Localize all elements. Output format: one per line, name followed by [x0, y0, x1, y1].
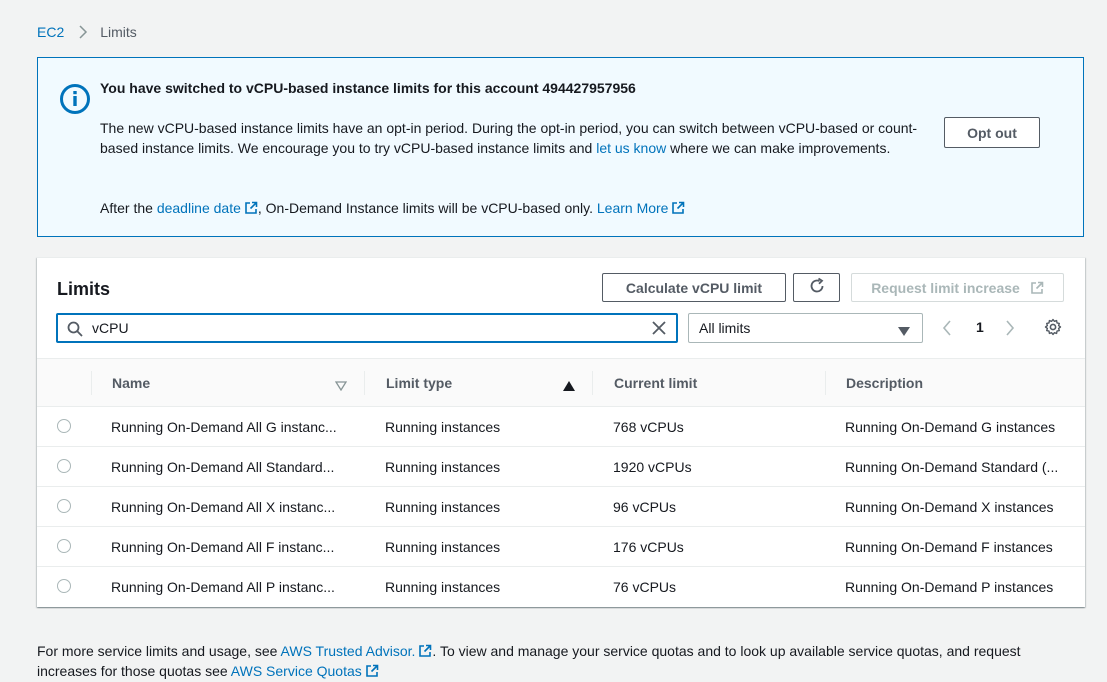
external-link-icon: [1030, 281, 1044, 295]
banner-body-text-2: where we can make improvements.: [666, 140, 891, 156]
service-quotas-link[interactable]: AWS Service Quotas: [231, 663, 362, 679]
row-current-limit: 768 vCPUs: [613, 419, 684, 435]
close-icon[interactable]: [651, 320, 667, 336]
filter-selected-value: All limits: [699, 320, 751, 336]
column-divider: [364, 371, 365, 395]
search-input[interactable]: [92, 319, 632, 337]
search-icon: [67, 321, 83, 337]
limits-panel-header: Limits Calculate vCPU limit Request limi…: [37, 258, 1085, 358]
row-limit-type: Running instances: [385, 419, 501, 435]
refresh-icon: [808, 277, 826, 298]
learn-more-link[interactable]: Learn More: [597, 200, 669, 216]
row-description: Running On-Demand F instances: [845, 539, 1053, 555]
breadcrumb-current: Limits: [100, 24, 137, 40]
table-row[interactable]: Running On-Demand All X instanc... Runni…: [37, 487, 1085, 527]
banner-body: The new vCPU-based instance limits have …: [100, 118, 920, 158]
caret-down-icon: [898, 324, 910, 336]
chevron-left-icon[interactable]: [942, 320, 952, 336]
row-name: Running On-Demand All Standard...: [111, 459, 335, 475]
row-description: Running On-Demand Standard (...: [845, 459, 1059, 475]
table-row[interactable]: Running On-Demand All Standard... Runnin…: [37, 447, 1085, 487]
column-header-name[interactable]: Name: [112, 359, 150, 407]
trusted-advisor-link[interactable]: AWS Trusted Advisor.: [281, 643, 416, 659]
row-current-limit: 96 vCPUs: [613, 499, 677, 515]
calculate-vcpu-limit-button[interactable]: Calculate vCPU limit: [602, 273, 786, 302]
row-description: Running On-Demand G instances: [845, 419, 1056, 435]
limits-table: Name Limit type Current limit Descriptio…: [37, 358, 1085, 607]
request-limit-increase-button[interactable]: Request limit increase: [851, 273, 1064, 302]
banner-footer: After the deadline date , On-Demand Insta…: [100, 198, 685, 218]
opt-out-button[interactable]: Opt out: [944, 117, 1040, 148]
row-description: Running On-Demand P instances: [845, 579, 1054, 595]
row-name: Running On-Demand All G instanc...: [111, 419, 337, 435]
let-us-know-link[interactable]: let us know: [596, 140, 666, 156]
breadcrumb: EC2 Limits: [37, 23, 137, 41]
page: EC2 Limits You have switched to vCPU-bas…: [0, 0, 1107, 682]
column-divider: [592, 371, 593, 395]
external-link-icon: [418, 643, 432, 657]
refresh-button[interactable]: [793, 273, 840, 302]
row-name: Running On-Demand All P instanc...: [111, 579, 335, 595]
request-limit-increase-label: Request limit increase: [871, 279, 1020, 296]
row-name: Running On-Demand All X instanc...: [111, 499, 336, 515]
gear-icon[interactable]: [1044, 318, 1062, 336]
banner-foot-text: After the: [100, 200, 157, 216]
limits-filter-select[interactable]: All limits: [688, 313, 923, 343]
info-icon: [59, 83, 91, 115]
table-header: Name Limit type Current limit Descriptio…: [37, 358, 1085, 407]
row-limit-type: Running instances: [385, 539, 501, 555]
banner-foot-text-2: , On-Demand Instance limits will be vCPU…: [257, 200, 597, 216]
page-number[interactable]: 1: [976, 319, 984, 335]
search-field: [56, 313, 678, 343]
chevron-right-icon[interactable]: [1005, 320, 1015, 336]
panel-title: Limits: [57, 279, 111, 299]
column-header-description[interactable]: Description: [846, 359, 923, 407]
column-header-current-limit[interactable]: Current limit: [614, 359, 697, 407]
column-divider: [825, 371, 826, 395]
pagination: 1: [940, 316, 1020, 340]
footer-note: For more service limits and usage, see A…: [37, 641, 1057, 681]
sort-icon[interactable]: [563, 378, 575, 391]
row-select-radio[interactable]: [57, 459, 71, 473]
column-header-limit-type[interactable]: Limit type: [386, 359, 452, 407]
column-divider: [91, 371, 92, 395]
info-banner: You have switched to vCPU-based instance…: [37, 57, 1084, 237]
table-row[interactable]: Running On-Demand All P instanc... Runni…: [37, 567, 1085, 607]
row-current-limit: 76 vCPUs: [613, 579, 677, 595]
row-name: Running On-Demand All F instanc...: [111, 539, 335, 555]
chevron-right-icon: [78, 25, 88, 39]
banner-title: You have switched to vCPU-based instance…: [100, 80, 636, 96]
row-current-limit: 176 vCPUs: [613, 539, 684, 555]
row-limit-type: Running instances: [385, 499, 501, 515]
external-link-icon: [671, 200, 685, 214]
row-current-limit: 1920 vCPUs: [613, 459, 692, 475]
deadline-date-link[interactable]: deadline date: [157, 200, 241, 216]
table-row[interactable]: Running On-Demand All F instanc... Runni…: [37, 527, 1085, 567]
sort-icon[interactable]: [334, 378, 348, 392]
breadcrumb-ec2-link[interactable]: EC2: [37, 24, 64, 40]
external-link-icon: [365, 663, 379, 677]
row-description: Running On-Demand X instances: [845, 499, 1054, 515]
row-select-radio[interactable]: [57, 579, 71, 593]
row-limit-type: Running instances: [385, 459, 501, 475]
footer-text: For more service limits and usage, see: [37, 643, 281, 659]
row-select-radio[interactable]: [57, 419, 71, 433]
row-select-radio[interactable]: [57, 499, 71, 513]
row-select-radio[interactable]: [57, 539, 71, 553]
row-limit-type: Running instances: [385, 579, 501, 595]
limits-panel: Limits Calculate vCPU limit Request limi…: [37, 257, 1085, 607]
table-row[interactable]: Running On-Demand All G instanc... Runni…: [37, 407, 1085, 447]
external-link-icon: [244, 200, 258, 214]
